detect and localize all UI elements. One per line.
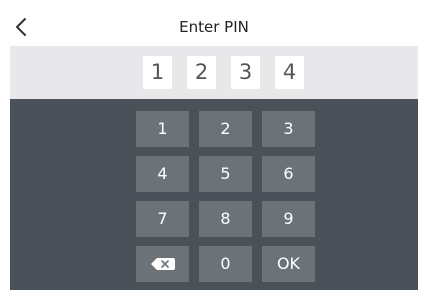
key-6[interactable]: 6	[262, 156, 315, 192]
pin-digit: 1	[143, 56, 172, 89]
key-1[interactable]: 1	[136, 111, 189, 147]
backspace-icon	[151, 258, 175, 270]
back-button[interactable]	[10, 8, 46, 46]
pin-display: 1 2 3 4	[10, 46, 418, 99]
key-9[interactable]: 9	[262, 201, 315, 237]
key-5[interactable]: 5	[199, 156, 252, 192]
backspace-button[interactable]	[136, 246, 189, 282]
key-2[interactable]: 2	[199, 111, 252, 147]
page-title: Enter PIN	[179, 18, 249, 36]
ok-button[interactable]: OK	[262, 246, 315, 282]
pin-digit: 3	[231, 56, 260, 89]
pin-digit: 4	[275, 56, 304, 89]
pin-digit: 2	[187, 56, 216, 89]
key-3[interactable]: 3	[262, 111, 315, 147]
pin-entry-screen: Enter PIN 1 2 3 4 1 2 3 4 5 6 7 8 9 0 OK	[10, 8, 418, 290]
chevron-left-icon	[16, 18, 26, 36]
key-8[interactable]: 8	[199, 201, 252, 237]
key-4[interactable]: 4	[136, 156, 189, 192]
key-0[interactable]: 0	[199, 246, 252, 282]
numeric-keypad: 1 2 3 4 5 6 7 8 9 0 OK	[10, 99, 418, 290]
header-bar: Enter PIN	[10, 8, 418, 46]
key-7[interactable]: 7	[136, 201, 189, 237]
